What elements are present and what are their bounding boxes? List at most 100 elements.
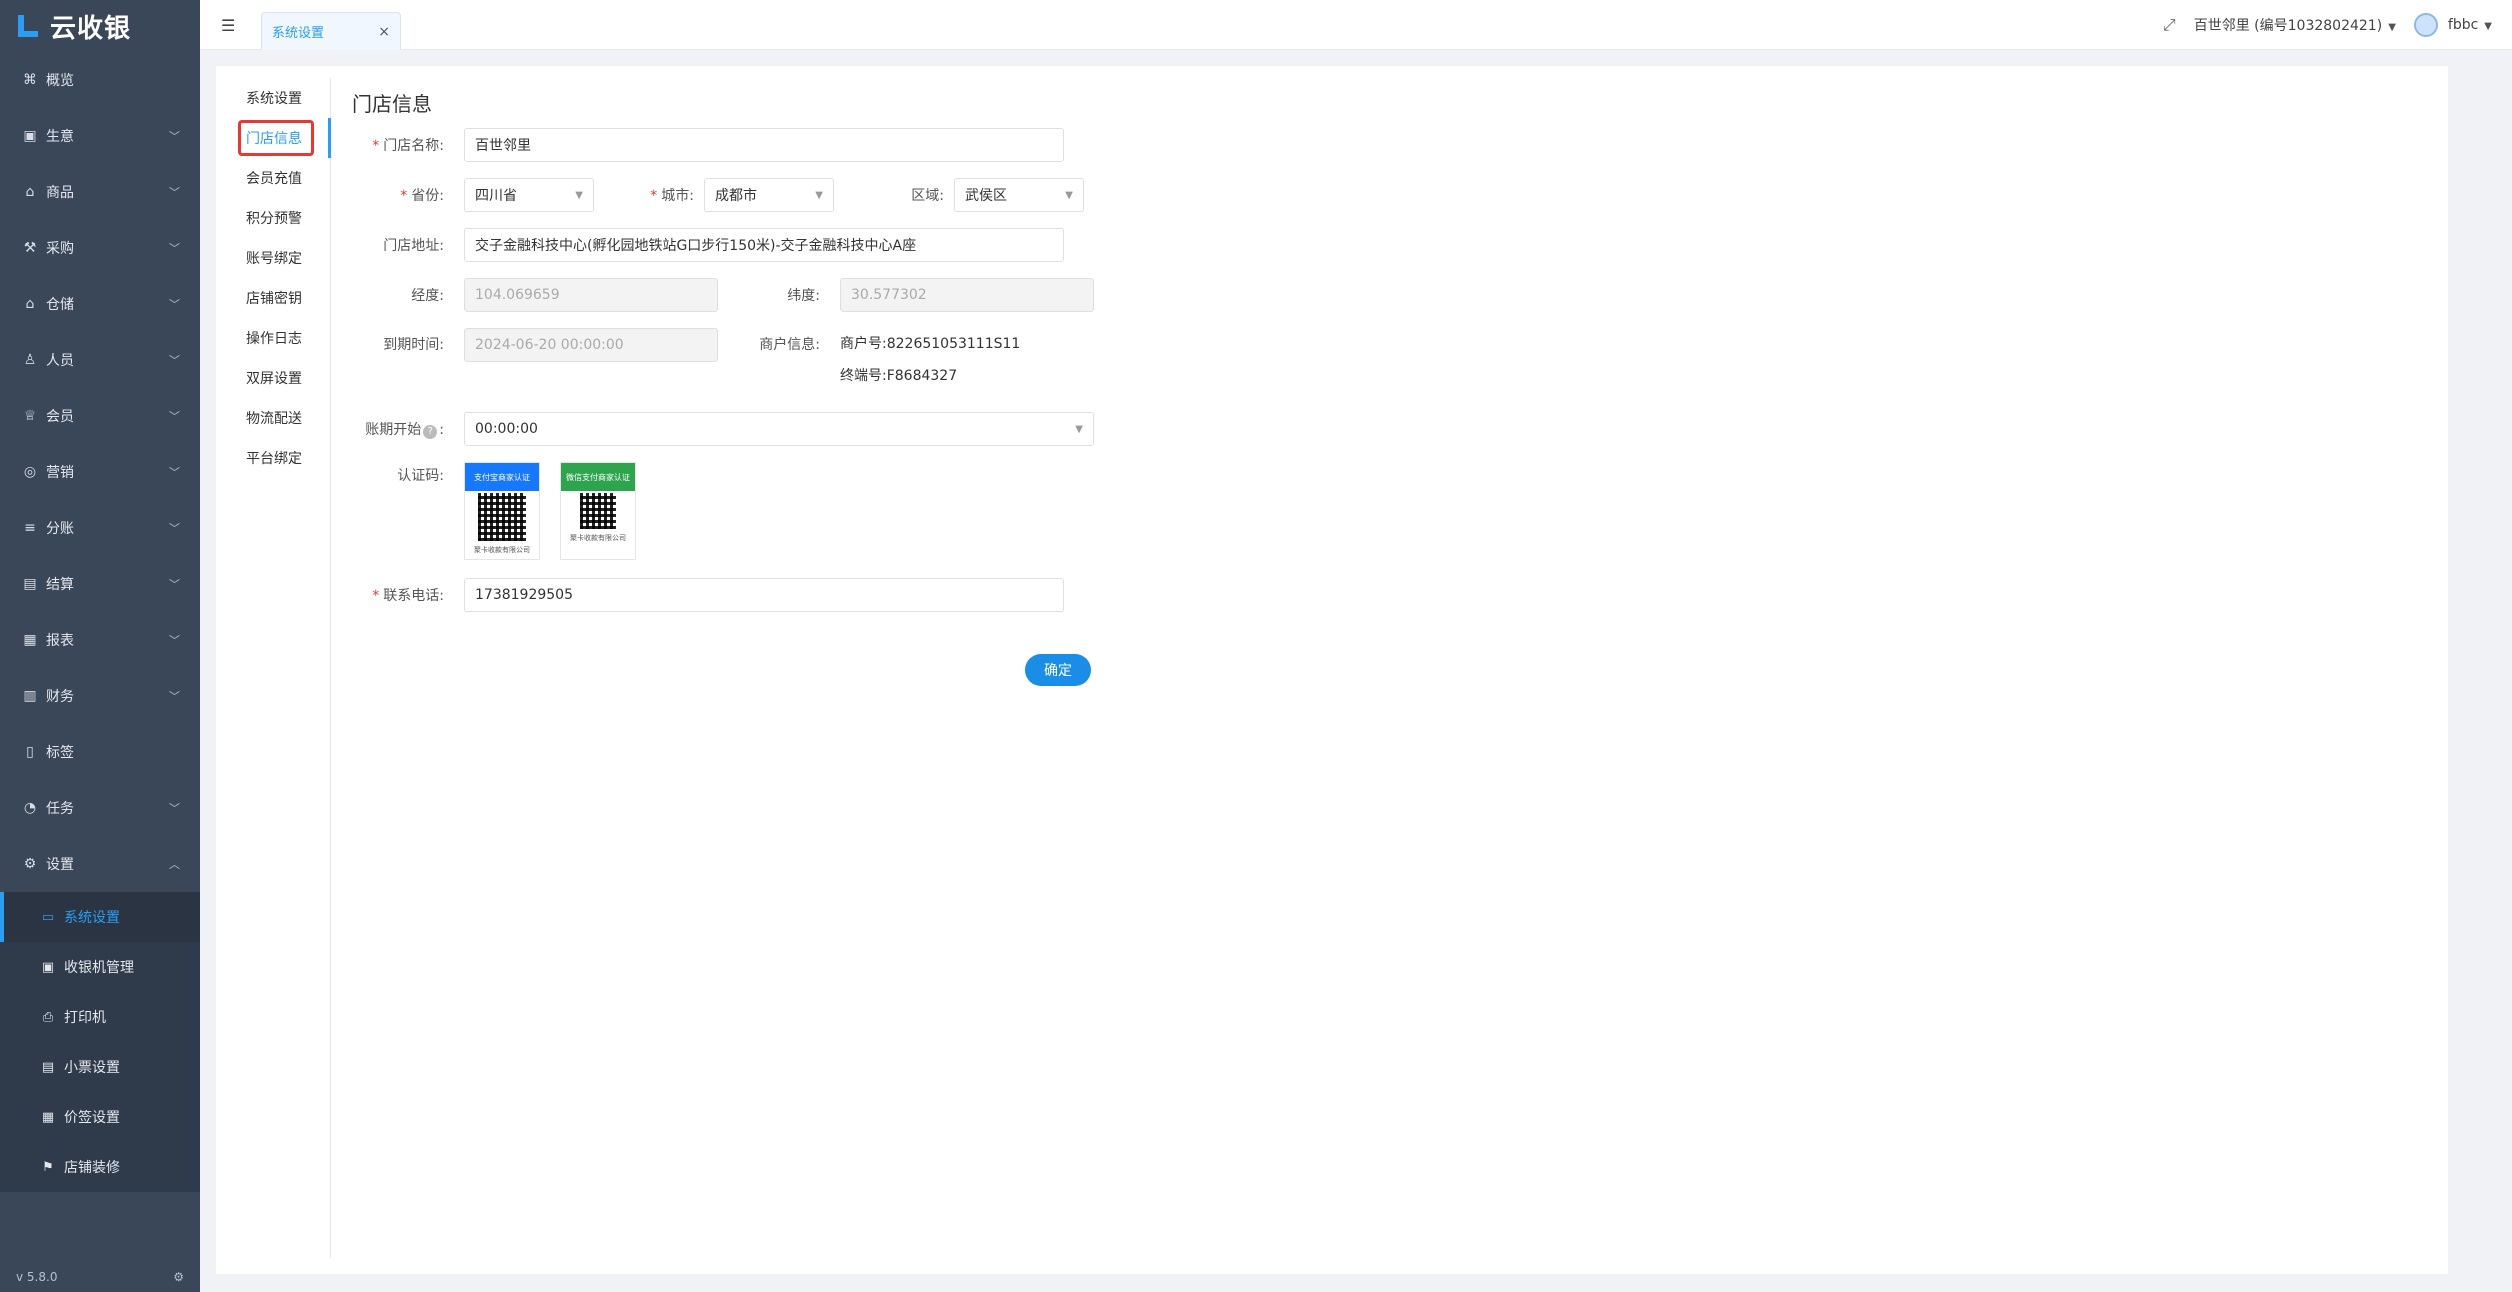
sidebar-item-task[interactable]: ◔ 任务 ﹀ (0, 780, 200, 836)
qr-code-icon (580, 493, 616, 529)
top-right-area: ⤢ 百世邻里 (编号1032802421) ▼ fbbc ▼ (2163, 0, 2492, 50)
submit-button[interactable]: 确定 (1025, 654, 1091, 686)
help-icon[interactable]: ? (423, 424, 438, 439)
sidebar-item-overview[interactable]: ⌘ 概览 (0, 52, 200, 108)
period-value: 00:00:00 (475, 421, 538, 437)
chevron-down-icon: ﹀ (169, 522, 180, 535)
chevron-down-icon: ﹀ (169, 242, 180, 255)
sidebar-item-goods[interactable]: ⌂ 商品 ﹀ (0, 164, 200, 220)
receipt-icon: ▤ (41, 1059, 55, 1075)
tag-icon: ▯ (26, 744, 34, 760)
address-input[interactable]: 交子金融科技中心(孵化园地铁站G口步行150米)-交子金融科技中心A座 (464, 228, 1064, 262)
district-select[interactable]: 武侯区 ▼ (954, 178, 1084, 212)
province-select[interactable]: 四川省 ▼ (464, 178, 594, 212)
sidebar-item-business[interactable]: ▣ 生意 ﹀ (0, 108, 200, 164)
settings-nav-item[interactable]: 会员充值 (216, 158, 330, 198)
price-tag-icon: ▦ (41, 1109, 55, 1125)
marketing-icon: ◎ (23, 464, 37, 480)
sidebar-item-member[interactable]: ♕ 会员 ﹀ (0, 388, 200, 444)
logo-icon (18, 15, 38, 37)
sidebar-item-tag[interactable]: ▯ 标签 (0, 724, 200, 780)
chevron-down-icon: ﹀ (169, 690, 180, 703)
settings-nav-label: 账号绑定 (246, 251, 302, 267)
address-row: 门店地址: 交子金融科技中心(孵化园地铁站G口步行150米)-交子金融科技中心A… (352, 228, 1064, 262)
province-label: 省份: (411, 188, 444, 204)
sidebar-subitem-label: 收银机管理 (64, 960, 134, 976)
sidebar-item-label: 会员 (46, 409, 74, 425)
settings-nav-item[interactable]: 平台绑定 (216, 438, 330, 478)
terminal-number: 终端号:F8684327 (840, 368, 958, 384)
finance-icon: ▥ (23, 688, 37, 704)
period-select[interactable]: 00:00:00 ▼ (464, 412, 1094, 446)
settings-gear-icon[interactable]: ⚙ (173, 1270, 184, 1284)
cert-label: 认证码: (397, 468, 444, 484)
sidebar-subitem-price-tag[interactable]: ▦ 价签设置 (0, 1092, 200, 1142)
tab-system-settings[interactable]: 系统设置 × (261, 12, 401, 50)
expire-input[interactable]: 2024-06-20 00:00:00 (464, 328, 718, 362)
sidebar-item-marketing[interactable]: ◎ 营销 ﹀ (0, 444, 200, 500)
avatar[interactable] (2413, 13, 2438, 37)
member-icon: ♕ (23, 408, 37, 424)
tab-label: 系统设置 (272, 26, 325, 41)
qr-code-icon (478, 493, 526, 541)
sidebar-item-label: 报表 (46, 633, 74, 649)
sidebar-item-settlement[interactable]: ▤ 结算 ﹀ (0, 556, 200, 612)
sidebar-subitem-label: 价签设置 (64, 1110, 120, 1126)
sidebar-subitem-label: 打印机 (64, 1010, 106, 1026)
version-label: v 5.8.0 (16, 1270, 58, 1284)
wechat-qr-image[interactable]: 微信支付商家认证 聚卡收款有限公司 (560, 462, 636, 560)
sidebar-item-purchase[interactable]: ⚒ 采购 ﹀ (0, 220, 200, 276)
settings-nav-item[interactable]: 门店信息 (216, 118, 331, 158)
sidebar-item-split[interactable]: ≡ 分账 ﹀ (0, 500, 200, 556)
sidebar-item-warehouse[interactable]: ⌂ 仓储 ﹀ (0, 276, 200, 332)
store-name-input[interactable]: 百世邻里 (464, 128, 1064, 162)
warehouse-icon: ⌂ (25, 296, 35, 312)
sidebar-subitem-cashier[interactable]: ▣ 收银机管理 (0, 942, 200, 992)
purchase-icon: ⚒ (23, 240, 37, 256)
expire-label: 到期时间: (383, 337, 444, 353)
settings-nav-item[interactable]: 积分预警 (216, 198, 330, 238)
phone-input[interactable]: 17381929505 (464, 578, 1064, 612)
chevron-down-icon: ▼ (2388, 22, 2396, 33)
overview-icon: ⌘ (23, 72, 37, 88)
settings-nav-item[interactable]: 操作日志 (216, 318, 330, 358)
user-menu[interactable]: fbbc ▼ (2448, 17, 2492, 33)
menu-collapse-icon[interactable]: ☰ (221, 16, 235, 35)
latitude-label: 纬度: (787, 288, 820, 304)
latitude-input[interactable]: 30.577302 (840, 278, 1094, 312)
phone-value: 17381929505 (475, 587, 573, 603)
printer-icon: ⎙ (42, 1009, 54, 1025)
longitude-label: 经度: (411, 288, 444, 304)
settings-nav-item[interactable]: 账号绑定 (216, 238, 330, 278)
tab-close-icon[interactable]: × (378, 24, 390, 40)
settings-nav-item[interactable]: 系统设置 (216, 78, 330, 118)
longitude-value: 104.069659 (475, 287, 560, 303)
phone-label: 联系电话: (383, 588, 444, 604)
city-select[interactable]: 成都市 ▼ (704, 178, 834, 212)
settings-nav-item[interactable]: 店铺密钥 (216, 278, 330, 318)
sidebar-item-staff[interactable]: ♙ 人员 ﹀ (0, 332, 200, 388)
chevron-down-icon: ﹀ (169, 298, 180, 311)
alipay-qr-image[interactable]: 支付宝商家认证 聚卡收款有限公司 (464, 462, 540, 560)
sidebar-item-finance[interactable]: ▥ 财务 ﹀ (0, 668, 200, 724)
highlight-box (238, 120, 314, 156)
qr1-foot: 聚卡收款有限公司 (474, 546, 530, 554)
business-icon: ▣ (23, 128, 37, 144)
chevron-down-icon: ﹀ (169, 578, 180, 591)
fullscreen-icon[interactable]: ⤢ (2163, 15, 2176, 35)
sidebar-item-report[interactable]: ▦ 报表 ﹀ (0, 612, 200, 668)
store-selector[interactable]: 百世邻里 (编号1032802421) ▼ (2194, 15, 2396, 35)
settings-nav-item[interactable]: 物流配送 (216, 398, 330, 438)
chevron-down-icon: ﹀ (169, 354, 180, 367)
sidebar-item-label: 人员 (46, 353, 74, 369)
app-logo[interactable]: 云收银 (0, 0, 200, 52)
sidebar-subitem-monitor[interactable]: ▭ 系统设置 (0, 892, 200, 942)
sidebar-subitem-decorate[interactable]: ⚑ 店铺装修 (0, 1142, 200, 1192)
settings-nav: 系统设置 门店信息 会员充值 积分预警账号绑定店铺密钥 操作日志 双屏设置 物流配送 平台绑定 (216, 78, 331, 1258)
sidebar-subitem-printer[interactable]: ⎙ 打印机 (0, 992, 200, 1042)
sidebar-item-label: 设置 (46, 857, 74, 873)
settings-nav-item[interactable]: 双屏设置 (216, 358, 330, 398)
sidebar-item-settings[interactable]: ⚙ 设置 ︿ (0, 836, 200, 892)
sidebar-subitem-receipt[interactable]: ▤ 小票设置 (0, 1042, 200, 1092)
longitude-input[interactable]: 104.069659 (464, 278, 718, 312)
